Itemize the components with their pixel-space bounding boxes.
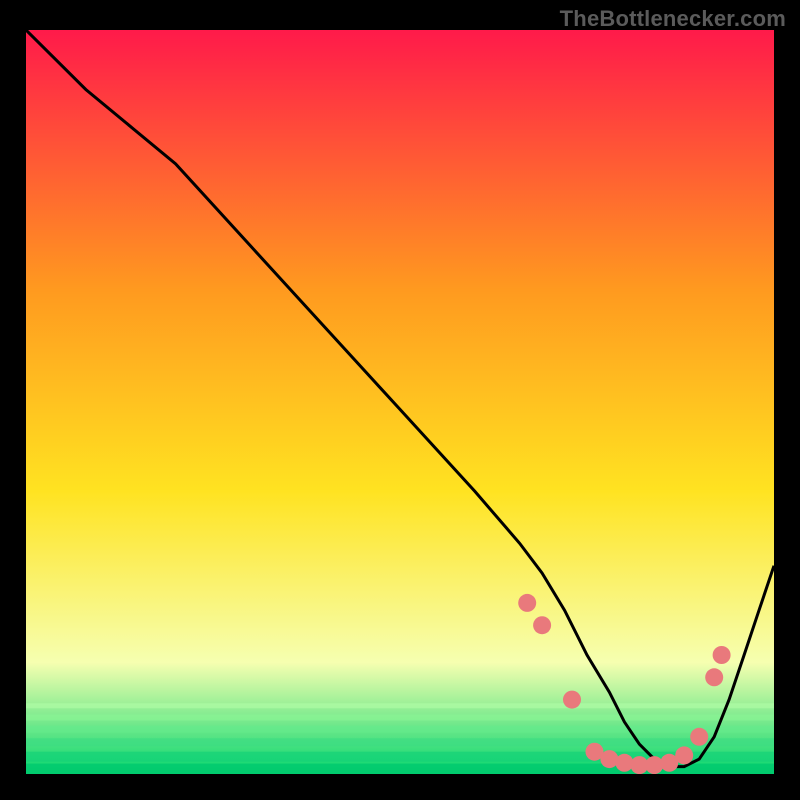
marker-dot [518,594,536,612]
chart-plot [26,30,774,774]
marker-dot [690,728,708,746]
marker-dot [675,746,693,764]
marker-dot [533,616,551,634]
chart-frame: TheBottlenecker.com [0,0,800,800]
gradient-background [26,30,774,774]
marker-dot [600,750,618,768]
watermark-text: TheBottlenecker.com [560,6,786,32]
marker-dot [705,668,723,686]
chart-svg [26,30,774,774]
marker-dot [713,646,731,664]
marker-dot [563,691,581,709]
